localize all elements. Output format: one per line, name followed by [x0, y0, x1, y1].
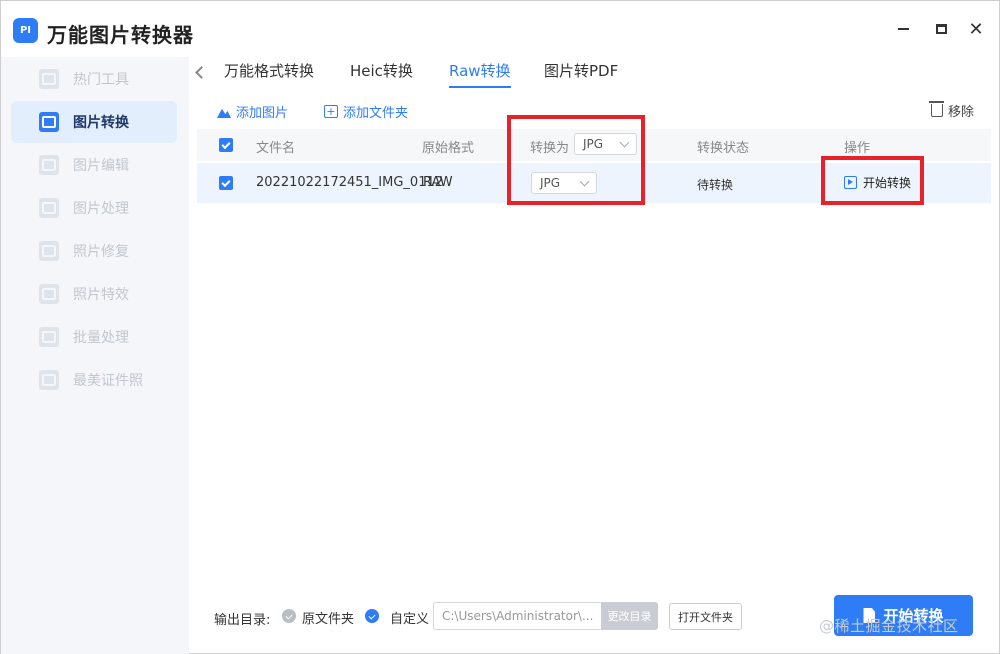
output-dir-label: 输出目录: [214, 613, 271, 628]
sidebar-item-id-photo[interactable]: 最美证件照 [11, 359, 177, 401]
sidebar-item-image-convert[interactable]: 图片转换 [11, 101, 177, 143]
tab-heic[interactable]: Heic转换 [350, 60, 413, 88]
photo-effect-icon [39, 284, 59, 304]
row-status: 待转换 [697, 178, 734, 192]
grid-icon [39, 69, 59, 89]
id-photo-icon [39, 370, 59, 390]
batch-icon [39, 327, 59, 347]
sidebar-item-photo-effect[interactable]: 照片特效 [11, 273, 177, 315]
maximize-button[interactable] [931, 19, 951, 39]
output-path-value: C:\Users\Administrator\... [442, 609, 594, 623]
annotation-box-format [507, 115, 645, 205]
folder-plus-icon: + [324, 105, 338, 118]
image-edit-icon [39, 155, 59, 175]
annotation-box-start [821, 156, 924, 205]
row-original-format: RAW [423, 175, 453, 190]
add-folder-button[interactable]: + 添加文件夹 [324, 102, 408, 121]
add-folder-label: 添加文件夹 [343, 106, 409, 121]
maximize-icon [935, 24, 947, 34]
output-path-input[interactable]: C:\Users\Administrator\... [433, 602, 601, 630]
tab-universal-format[interactable]: 万能格式转换 [224, 60, 314, 88]
photo-repair-icon [39, 241, 59, 261]
add-image-button[interactable]: 添加图片 [217, 102, 288, 121]
radio-custom[interactable] [365, 609, 379, 623]
sidebar-item-label: 图片处理 [73, 201, 129, 217]
sidebar-item-label: 图片编辑 [73, 158, 129, 174]
radio-custom-label: 自定义 [390, 612, 430, 627]
close-icon: ✕ [968, 18, 984, 40]
tab-raw[interactable]: Raw转换 [449, 60, 511, 88]
back-button[interactable] [193, 62, 209, 82]
column-status: 转换状态 [697, 141, 750, 156]
add-image-label: 添加图片 [236, 106, 289, 121]
image-icon [217, 108, 231, 118]
sidebar-item-image-process[interactable]: 图片处理 [11, 187, 177, 229]
minimize-icon [897, 28, 909, 30]
column-filename: 文件名 [256, 141, 296, 156]
minimize-button[interactable] [893, 19, 913, 39]
tab-image-to-pdf[interactable]: 图片转PDF [544, 60, 618, 88]
change-directory-button[interactable]: 更改目录 [601, 602, 658, 630]
watermark: @稀土掘金技术社区 [819, 617, 959, 635]
sidebar-item-image-edit[interactable]: 图片编辑 [11, 144, 177, 186]
radio-original-folder-label: 原文件夹 [302, 612, 355, 627]
select-all-checkbox[interactable] [219, 138, 233, 152]
app-logo-icon: PI [13, 18, 38, 43]
sidebar-item-hot-tools[interactable]: 热门工具 [11, 58, 177, 100]
open-folder-button[interactable]: 打开文件夹 [669, 603, 742, 630]
trash-icon [929, 101, 944, 117]
sidebar-item-label: 图片转换 [73, 115, 129, 131]
image-convert-icon [39, 112, 59, 132]
row-filename: 20221022172451_IMG_0112 [256, 175, 444, 190]
remove-label: 移除 [948, 105, 975, 120]
sidebar-item-batch[interactable]: 批量处理 [11, 316, 177, 358]
sidebar: 热门工具 图片转换 图片编辑 图片处理 照片修复 照片特效 批量处理 最美证件照 [1, 57, 189, 654]
sidebar-item-label: 照片修复 [73, 244, 129, 260]
app-title: 万能图片转换器 [47, 23, 194, 47]
sidebar-item-label: 批量处理 [73, 330, 129, 346]
close-button[interactable]: ✕ [966, 18, 986, 40]
radio-original-folder[interactable] [282, 609, 296, 623]
column-original-format: 原始格式 [422, 141, 475, 156]
column-action: 操作 [844, 141, 871, 156]
app-window: PI 万能图片转换器 ✕ 热门工具 图片转换 图片编辑 图片处理 照片修复 照片… [0, 0, 1000, 654]
sidebar-item-label: 照片特效 [73, 287, 129, 303]
sidebar-item-label: 最美证件照 [73, 373, 143, 389]
remove-button[interactable]: 移除 [929, 101, 975, 120]
image-process-icon [39, 198, 59, 218]
sidebar-item-label: 热门工具 [73, 72, 129, 88]
chevron-left-icon [194, 65, 208, 79]
sidebar-item-photo-repair[interactable]: 照片修复 [11, 230, 177, 272]
row-checkbox[interactable] [219, 176, 233, 190]
